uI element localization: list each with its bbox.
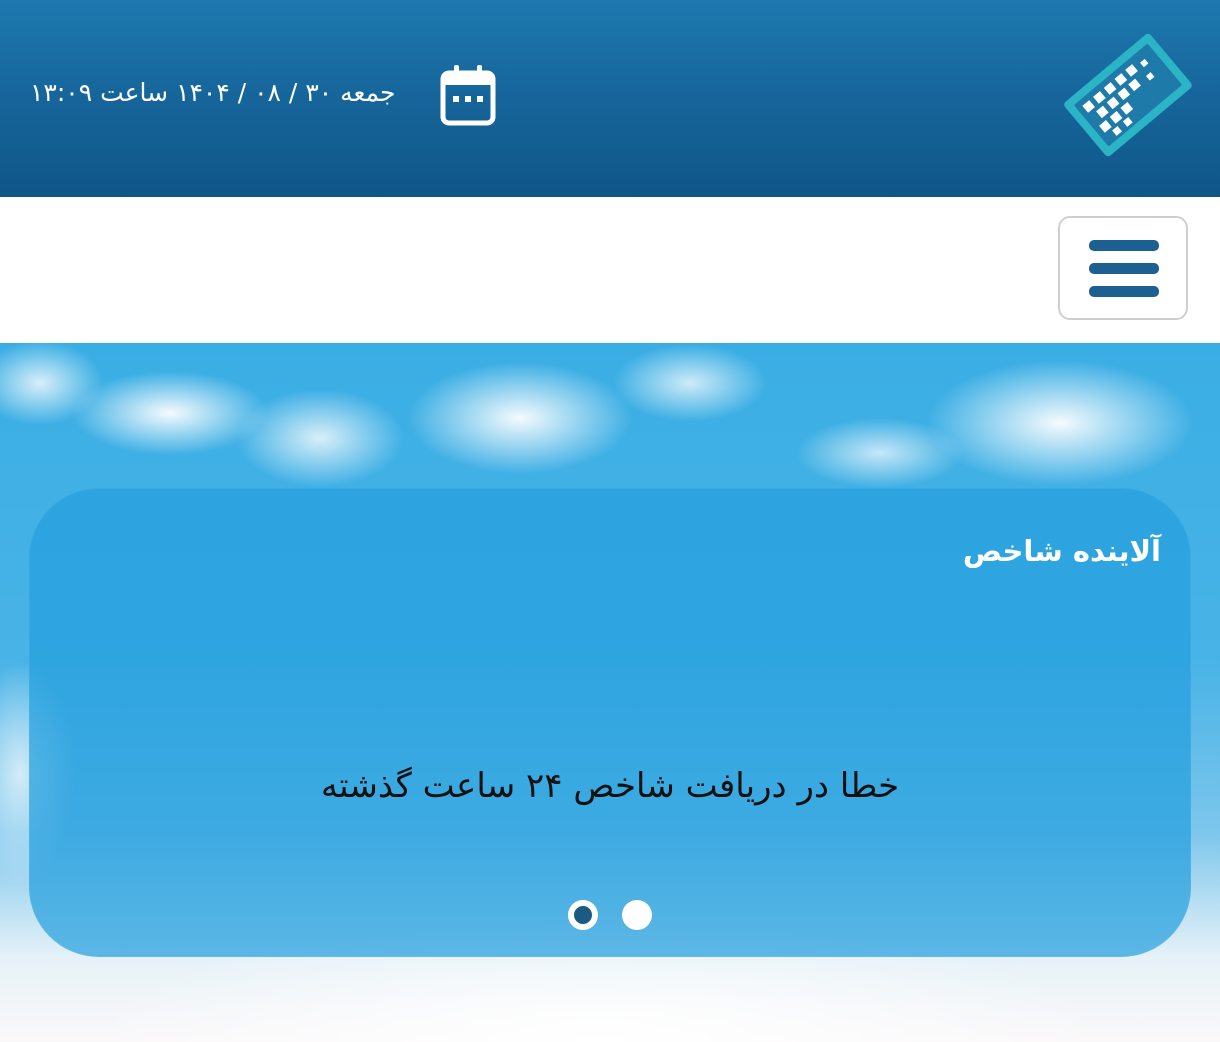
card-title: آلاینده شاخص	[962, 534, 1161, 568]
error-message: خطا در دریافت شاخص ۲۴ ساعت گذشته	[320, 766, 900, 806]
top-header: جمعه ۳۰ / ۰۸ / ۱۴۰۴ ساعت ۱۳:۰۹	[0, 0, 1220, 197]
hamburger-menu-icon-bar	[1089, 263, 1159, 274]
navigation-bar	[0, 197, 1220, 343]
carousel-dot-2[interactable]	[622, 900, 652, 930]
carousel-dot-1[interactable]	[568, 900, 598, 930]
pollutant-index-card[interactable]: آلاینده شاخص خطا در دریافت شاخص ۲۴ ساعت …	[29, 488, 1191, 957]
carousel-indicators	[567, 900, 657, 930]
calendar-icon	[440, 64, 496, 126]
hamburger-menu-icon	[1089, 240, 1159, 251]
hamburger-menu-icon-bar	[1089, 286, 1159, 297]
hamburger-menu-button[interactable]	[1058, 216, 1188, 320]
site-logo[interactable]	[1062, 30, 1194, 160]
current-datetime: جمعه ۳۰ / ۰۸ / ۱۴۰۴ ساعت ۱۳:۰۹	[30, 78, 396, 107]
sky-hero-background: آلاینده شاخص خطا در دریافت شاخص ۲۴ ساعت …	[0, 343, 1220, 1042]
